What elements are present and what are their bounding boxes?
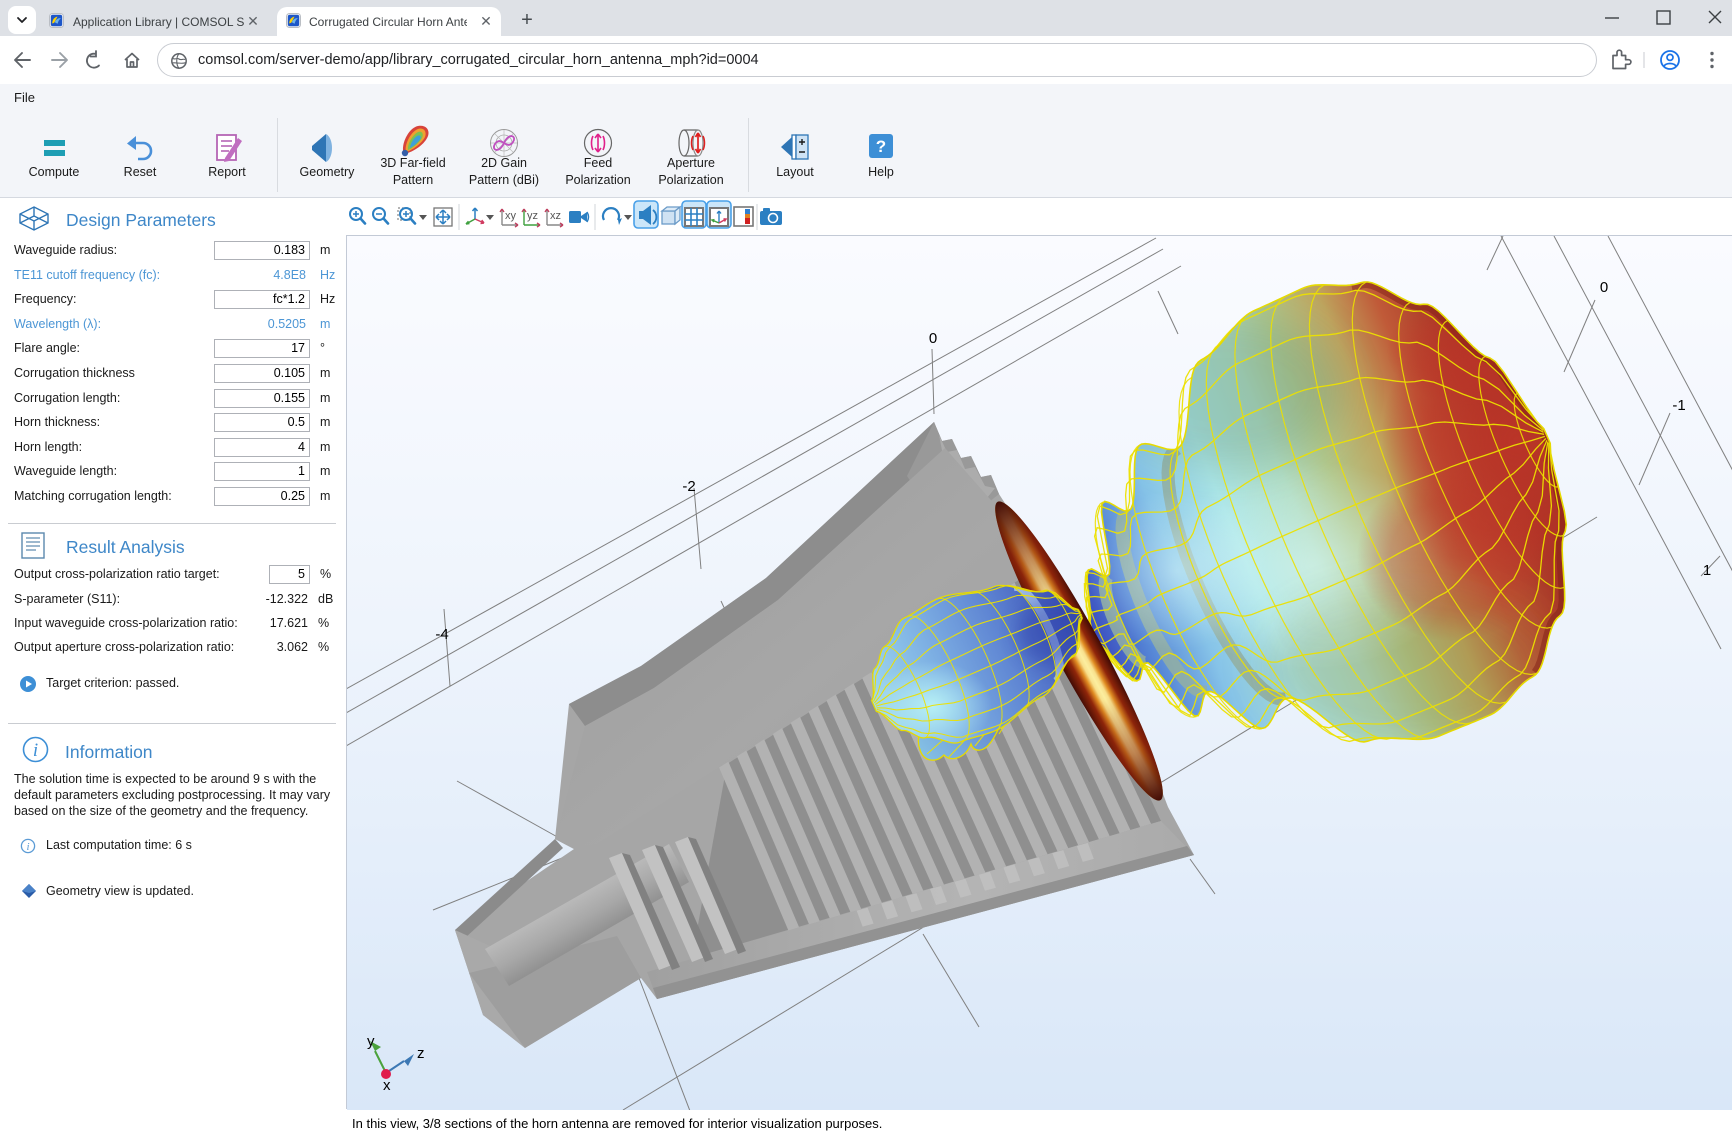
svg-text:0: 0 [1600,279,1608,296]
svg-text:y: y [367,1033,375,1050]
svg-text:xz: xz [550,210,561,222]
svg-text:xy: xy [505,210,517,222]
svg-text:?: ? [876,137,886,156]
svg-text:-2: -2 [682,478,695,495]
svg-text:1: 1 [1703,562,1711,579]
svg-text:-4: -4 [435,626,448,643]
svg-text:-1: -1 [1672,397,1685,414]
svg-text:x: x [383,1077,391,1094]
svg-text:i: i [26,841,29,853]
svg-text:z: z [417,1045,425,1062]
svg-text:yz: yz [527,210,538,222]
svg-text:0: 0 [929,330,937,347]
svg-text:i: i [33,740,38,761]
